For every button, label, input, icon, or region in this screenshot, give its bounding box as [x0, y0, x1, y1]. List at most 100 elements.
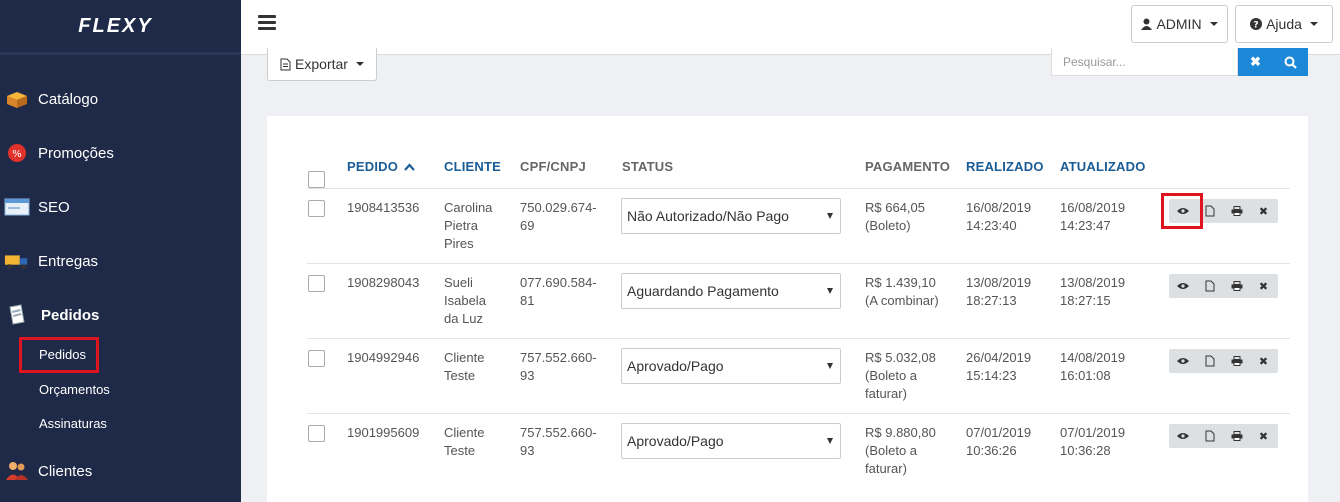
sidebar-item-seo[interactable]: SEO — [0, 194, 241, 220]
created-time: 10:36:26 — [966, 443, 1017, 458]
header-pedido[interactable]: PEDIDO — [347, 159, 415, 174]
updated-time: 14:23:47 — [1060, 218, 1111, 233]
view-button-highlight — [1161, 193, 1203, 229]
updated-at: 14/08/2019 16:01:08 — [1060, 349, 1125, 385]
customer-name-line: da Luz — [444, 311, 484, 326]
dropdown-arrow-icon — [827, 438, 833, 444]
clear-search-icon[interactable]: ✖ — [1238, 48, 1273, 76]
sidebar-item-promocoes[interactable]: % Promoções — [0, 140, 241, 166]
sidebar-item-clientes[interactable]: Clientes — [0, 458, 241, 484]
question-circle-icon: ? — [1250, 18, 1263, 31]
customer-name: Sueli Isabela da Luz — [444, 274, 486, 328]
row-actions: ✖ — [1169, 349, 1278, 373]
cpf-line: 077.690.584- — [520, 275, 597, 290]
admin-user-button[interactable]: ADMIN — [1131, 5, 1228, 43]
search-icon[interactable] — [1273, 48, 1308, 76]
payment: R$ 1.439,10 (A combinar) — [865, 274, 939, 310]
hamburger-menu-icon[interactable] — [258, 15, 276, 30]
sidebar-item-label: Catálogo — [38, 90, 99, 108]
payment-amount: R$ 5.032,08 — [865, 350, 936, 365]
payment-method: faturar) — [865, 461, 907, 476]
created-at: 16/08/2019 14:23:40 — [966, 199, 1031, 235]
file-icon[interactable] — [1196, 274, 1223, 298]
sidebar-item-catalogo[interactable]: Catálogo — [0, 86, 241, 112]
row-checkbox[interactable] — [308, 350, 325, 367]
status-select[interactable]: Aprovado/Pago — [621, 348, 841, 384]
export-button[interactable]: Exportar — [267, 48, 377, 81]
sidebar-item-label: SEO — [38, 198, 70, 216]
row-checkbox[interactable] — [308, 425, 325, 442]
print-icon[interactable] — [1223, 424, 1250, 448]
payment-amount: R$ 664,05 — [865, 200, 925, 215]
status-select[interactable]: Aguardando Pagamento — [621, 273, 841, 309]
caret-down-icon — [1209, 22, 1218, 26]
file-icon[interactable] — [1196, 349, 1223, 373]
payment-method: faturar) — [865, 386, 907, 401]
updated-date: 14/08/2019 — [1060, 350, 1126, 365]
sidebar-item-entregas[interactable]: Entregas — [0, 248, 241, 274]
order-number[interactable]: 1908413536 — [347, 199, 419, 217]
view-eye-icon[interactable] — [1169, 424, 1196, 448]
sidebar-item-label: Pedidos — [41, 306, 100, 324]
print-icon[interactable] — [1223, 274, 1250, 298]
brand-logo[interactable]: FLEXY — [0, 0, 241, 52]
select-all-checkbox[interactable] — [308, 171, 325, 188]
subitem-assinaturas[interactable]: Assinaturas — [39, 416, 107, 431]
sidebar: FLEXY Catálogo % Promoções SEO Entregas … — [0, 0, 241, 502]
box-icon — [4, 88, 30, 110]
subitem-orcamentos[interactable]: Orçamentos — [39, 382, 110, 397]
delete-icon[interactable]: ✖ — [1250, 349, 1277, 373]
file-icon[interactable] — [1196, 424, 1223, 448]
customer-name-line: Cliente — [444, 425, 485, 440]
payment: R$ 664,05 (Boleto) — [865, 199, 925, 235]
order-number[interactable]: 1901995609 — [347, 424, 419, 442]
created-date: 13/08/2019 — [966, 275, 1032, 290]
row-actions: ✖ — [1169, 274, 1278, 298]
row-divider — [307, 263, 1290, 264]
sidebar-item-label: Clientes — [38, 462, 93, 480]
status-value: Não Autorizado/Não Pago — [627, 208, 789, 224]
customer-name: Carolina Pietra Pires — [444, 199, 492, 253]
header-realizado[interactable]: REALIZADO — [966, 159, 1044, 174]
document-icon — [4, 304, 30, 326]
print-icon[interactable] — [1223, 199, 1250, 223]
row-checkbox[interactable] — [308, 200, 325, 217]
order-number[interactable]: 1904992946 — [347, 349, 419, 367]
cpf-cnpj: 077.690.584- 81 — [520, 274, 597, 310]
svg-text:?: ? — [1253, 21, 1258, 31]
customer-name-line: Sueli — [444, 275, 473, 290]
delete-icon[interactable]: ✖ — [1250, 274, 1277, 298]
status-select[interactable]: Não Autorizado/Não Pago — [621, 198, 841, 234]
header-cliente[interactable]: CLIENTE — [444, 159, 501, 174]
updated-at: 16/08/2019 14:23:47 — [1060, 199, 1125, 235]
header-atualizado[interactable]: ATUALIZADO — [1060, 159, 1146, 174]
export-label: Exportar — [295, 56, 348, 72]
active-subitem-highlight — [19, 337, 99, 373]
cpf-cnpj: 757.552.660- 93 — [520, 424, 597, 460]
cpf-line: 81 — [520, 293, 535, 308]
created-date: 16/08/2019 — [966, 200, 1032, 215]
created-time: 14:23:40 — [966, 218, 1017, 233]
order-number[interactable]: 1908298043 — [347, 274, 419, 292]
print-icon[interactable] — [1223, 349, 1250, 373]
row-actions: ✖ — [1169, 424, 1278, 448]
created-date: 07/01/2019 — [966, 425, 1032, 440]
view-eye-icon[interactable] — [1169, 349, 1196, 373]
payment-method: (Boleto) — [865, 218, 911, 233]
created-time: 18:27:13 — [966, 293, 1017, 308]
row-checkbox[interactable] — [308, 275, 325, 292]
search-input[interactable] — [1051, 48, 1238, 76]
delete-icon[interactable]: ✖ — [1250, 199, 1277, 223]
help-button[interactable]: ? Ajuda — [1235, 5, 1333, 43]
cpf-line: 69 — [520, 218, 535, 233]
topbar: ADMIN ? Ajuda — [241, 0, 1340, 55]
updated-time: 16:01:08 — [1060, 368, 1111, 383]
delete-icon[interactable]: ✖ — [1250, 424, 1277, 448]
view-eye-icon[interactable] — [1169, 274, 1196, 298]
users-icon — [4, 460, 30, 482]
status-select[interactable]: Aprovado/Pago — [621, 423, 841, 459]
sidebar-item-pedidos[interactable]: Pedidos — [0, 302, 241, 328]
caret-down-icon — [355, 62, 364, 66]
created-date: 26/04/2019 — [966, 350, 1032, 365]
payment-method: (A combinar) — [865, 293, 939, 308]
